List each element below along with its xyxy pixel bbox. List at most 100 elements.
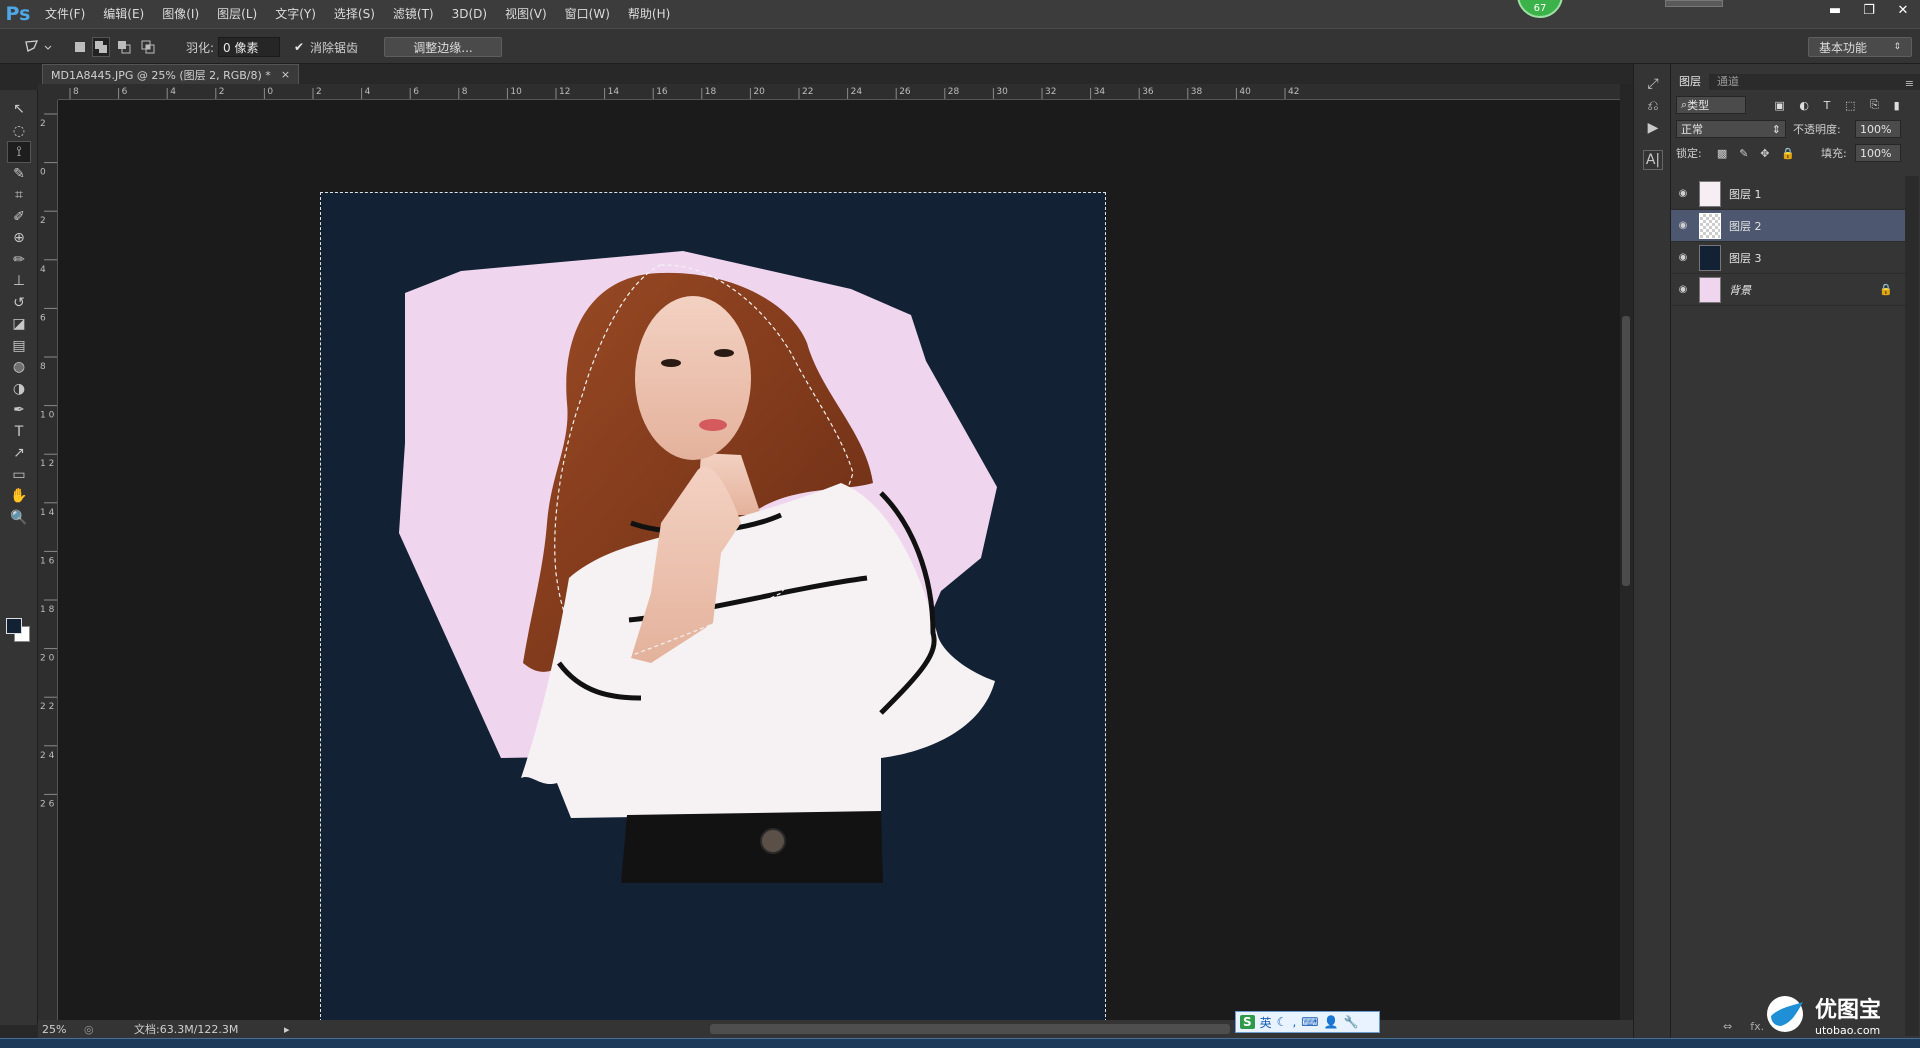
opacity-input[interactable]: 100% <box>1855 120 1901 138</box>
visibility-eye-icon[interactable]: ◉ <box>1671 284 1695 295</box>
antialias-checkbox[interactable]: ✔ <box>292 37 306 57</box>
menu-image[interactable]: 图像(I) <box>153 0 208 28</box>
menu-select[interactable]: 选择(S) <box>325 0 384 28</box>
punct-icon[interactable]: , <box>1292 1015 1296 1029</box>
menu-type[interactable]: 文字(Y) <box>266 0 325 28</box>
dodge-icon[interactable]: ◑ <box>7 378 31 400</box>
visibility-eye-icon[interactable]: ◉ <box>1671 188 1695 199</box>
menu-edit[interactable]: 编辑(E) <box>94 0 153 28</box>
menu-filter[interactable]: 滤镜(T) <box>384 0 443 28</box>
ime-lang-label[interactable]: 英 <box>1260 1014 1272 1031</box>
menu-file[interactable]: 文件(F) <box>36 0 94 28</box>
panel-menu-icon[interactable]: ≡ <box>1905 77 1920 90</box>
horizontal-scroll-thumb[interactable] <box>710 1024 1230 1034</box>
subtract-selection-icon[interactable] <box>116 37 132 57</box>
status-menu-arrow-icon[interactable]: ▸ <box>284 1023 304 1036</box>
foreground-color-swatch[interactable] <box>6 618 22 634</box>
vertical-scrollbar[interactable] <box>1620 84 1633 1020</box>
filter-adjustment-icon[interactable]: ◐ <box>1799 99 1809 112</box>
minimize-button[interactable]: ▬ <box>1818 0 1852 20</box>
restore-button[interactable]: ❐ <box>1852 0 1886 20</box>
filter-smart-object-icon[interactable]: ⎘ <box>1870 98 1879 112</box>
visibility-eye-icon[interactable]: ◉ <box>1671 220 1695 231</box>
canvas-area[interactable] <box>58 100 1620 1020</box>
filter-shape-icon[interactable]: ⬚ <box>1845 99 1855 112</box>
globe-icon[interactable]: ◎ <box>84 1023 134 1036</box>
zoom-level[interactable]: 25% <box>42 1023 84 1036</box>
quick-select-icon[interactable]: ✎ <box>7 163 31 185</box>
workspace-switcher[interactable]: 基本功能 ⇕ <box>1808 37 1912 57</box>
blend-mode-select[interactable]: 正常 ⇕ <box>1676 120 1786 138</box>
new-selection-icon[interactable] <box>72 37 88 57</box>
wrench-icon[interactable]: 🔧 <box>1344 1015 1359 1029</box>
fill-input[interactable]: 100% <box>1855 144 1901 162</box>
vertical-scroll-thumb[interactable] <box>1622 316 1630 586</box>
move-icon[interactable]: ↖ <box>7 98 31 120</box>
document-tab[interactable]: MD1A8445.JPG @ 25% (图层 2, RGB/8) * × <box>42 64 300 84</box>
spot-heal-icon[interactable]: ⊕ <box>7 227 31 249</box>
actions-panel-icon[interactable]: ▶ <box>1643 118 1663 138</box>
layer-row[interactable]: ◉ 背景 🔒 <box>1671 274 1905 306</box>
layer-row[interactable]: ◉ 图层 3 <box>1671 242 1905 274</box>
menu-layer[interactable]: 图层(L) <box>208 0 266 28</box>
close-tab-icon[interactable]: × <box>281 68 290 81</box>
close-button[interactable]: ✕ <box>1886 0 1920 20</box>
blur-icon[interactable]: ◍ <box>7 356 31 378</box>
feather-input[interactable]: 0 像素 <box>218 37 280 57</box>
add-to-selection-icon[interactable] <box>92 37 110 57</box>
fx-icon[interactable]: fx. <box>1750 1020 1764 1033</box>
document-canvas[interactable] <box>320 192 1106 1020</box>
character-panel-icon[interactable]: A| <box>1643 150 1663 170</box>
filter-toggle-icon[interactable]: ▮ <box>1894 99 1900 112</box>
menu-view[interactable]: 视图(V) <box>496 0 556 28</box>
refine-edge-button[interactable]: 调整边缘... <box>384 37 502 57</box>
polygonal-lasso-icon[interactable]: ⟟ <box>7 141 31 163</box>
layer-row[interactable]: ◉ 图层 1 <box>1671 178 1905 210</box>
crop-icon[interactable]: ⌗ <box>7 184 31 206</box>
marquee-icon[interactable]: ◌ <box>7 120 31 142</box>
clone-stamp-icon[interactable]: ⊥ <box>7 270 31 292</box>
filter-pixel-icon[interactable]: ▣ <box>1774 99 1784 112</box>
type-icon[interactable]: T <box>7 421 31 443</box>
brush-icon[interactable]: ✏ <box>7 249 31 271</box>
history-panel-icon[interactable]: ⤢ <box>1643 74 1663 94</box>
menu-window[interactable]: 窗口(W) <box>556 0 619 28</box>
eraser-icon[interactable]: ◪ <box>7 313 31 335</box>
tab-layers[interactable]: 图层 <box>1671 74 1709 90</box>
lock-image-icon[interactable]: ✎ <box>1739 147 1748 160</box>
hand-icon[interactable]: ✋ <box>7 485 31 507</box>
properties-panel-icon[interactable]: ⎌ <box>1643 96 1663 116</box>
filter-type-icon[interactable]: T <box>1824 99 1831 112</box>
layers-scrollbar[interactable] <box>1905 176 1919 1036</box>
menu-help[interactable]: 帮助(H) <box>619 0 679 28</box>
layer-filter-select[interactable]: ⌕ 类型 <box>1676 96 1746 114</box>
keyboard-icon[interactable]: ⌨ <box>1301 1015 1318 1029</box>
lock-transparent-icon[interactable]: ▩ <box>1717 147 1727 160</box>
tab-channels[interactable]: 通道 <box>1709 74 1747 90</box>
user-icon[interactable]: 👤 <box>1324 1015 1339 1029</box>
ruler-label: 36 <box>1142 87 1154 97</box>
ruler-label: 42 <box>1288 87 1299 97</box>
visibility-eye-icon[interactable]: ◉ <box>1671 252 1695 263</box>
history-brush-icon[interactable]: ↺ <box>7 292 31 314</box>
layer-name: 图层 1 <box>1729 187 1762 201</box>
pen-icon[interactable]: ✒ <box>7 399 31 421</box>
ruler-horizontal[interactable]: 8 6 4 2 0 2 4 6 8 10 12 14 16 18 20 22 24 26 28 30 32 34 36 38 4… <box>58 84 1633 100</box>
lock-all-icon[interactable]: 🔒 <box>1781 147 1795 160</box>
eyedropper-icon[interactable]: ✐ <box>7 206 31 228</box>
moon-icon[interactable]: ☾ <box>1277 1015 1288 1029</box>
ruler-vertical[interactable]: 2 0 2 4 6 8 1 0 1 2 1 4 1 6 1 8 2 0 2 2 2 4 2 6 <box>38 100 58 1020</box>
rectangle-icon[interactable]: ▭ <box>7 464 31 486</box>
tool-preset-picker[interactable] <box>18 37 58 57</box>
zoom-icon[interactable]: 🔍 <box>7 507 31 529</box>
lock-position-icon[interactable]: ✥ <box>1760 147 1769 160</box>
layer-row-selected[interactable]: ◉ 图层 2 <box>1671 210 1905 242</box>
gradient-icon[interactable]: ▤ <box>7 335 31 357</box>
intersect-selection-icon[interactable] <box>140 37 156 57</box>
menu-3d[interactable]: 3D(D) <box>443 0 496 28</box>
ruler-label: 10 <box>510 87 522 97</box>
link-icon[interactable]: ⇔ <box>1723 1020 1732 1033</box>
ime-toolbar[interactable]: S 英 ☾ , ⌨ 👤 🔧 <box>1235 1011 1380 1033</box>
ruler-label: 1 0 <box>40 411 55 421</box>
path-select-icon[interactable]: ↗ <box>7 442 31 464</box>
